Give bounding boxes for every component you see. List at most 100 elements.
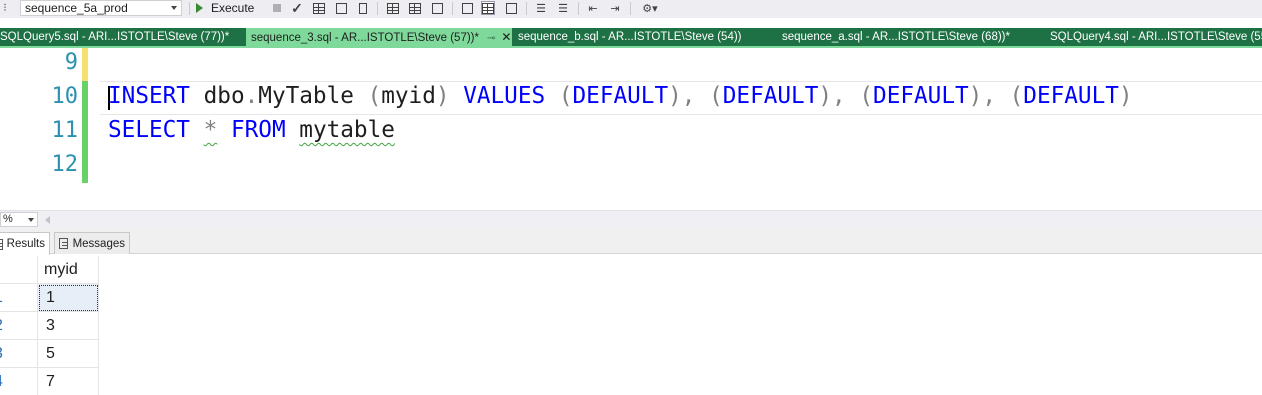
schema-name: dbo [189, 83, 245, 109]
table-name: MyTable [258, 83, 368, 109]
toolbar-grip-icon[interactable]: ⁝ [0, 1, 10, 15]
comment-icon[interactable]: ☰ [534, 1, 548, 15]
uncomment-icon[interactable]: ☰ [556, 1, 570, 15]
intellisense-icon[interactable] [356, 1, 370, 15]
tab-sequence-a[interactable]: sequence_a.sql - AR...ISTOTLE\Steve (68)… [782, 28, 1044, 46]
line-number: 9 [64, 50, 78, 75]
text-caret [108, 86, 110, 110]
grid-icon [0, 238, 3, 250]
messages-icon [59, 238, 68, 249]
database-selector[interactable]: sequence_5a_prod [20, 0, 182, 16]
tab-messages[interactable]: Messages [54, 232, 130, 254]
toolbar-separator [377, 2, 378, 15]
stop-icon[interactable] [270, 1, 284, 15]
tab-results[interactable]: Results [0, 232, 50, 255]
execute-label: Execute [211, 1, 255, 15]
results-to-text-icon[interactable] [460, 1, 474, 15]
toolbar-separator [452, 2, 453, 15]
include-plan-icon[interactable] [386, 1, 400, 15]
keyword-select: SELECT [108, 117, 190, 143]
play-icon [196, 3, 203, 13]
display-plan-icon[interactable] [312, 1, 326, 15]
tab-sqlquery5[interactable]: SQLQuery5.sql - ARI...ISTOTLE\Steve (77)… [0, 28, 246, 46]
results-panel: Results Messages myid 1 1 2 3 3 5 4 7 [0, 228, 1262, 395]
tab-sequence-b[interactable]: sequence_b.sql - AR...ISTOTLE\Steve (54)… [518, 28, 780, 46]
paren: ) [1118, 83, 1133, 109]
toolbar-separator [526, 2, 527, 15]
grid-cell[interactable]: 5 [38, 340, 99, 368]
live-stats-icon[interactable] [408, 1, 422, 15]
keyword-default: DEFAULT [873, 83, 969, 109]
specify-values-icon[interactable]: ⚙▾ [638, 1, 662, 15]
query-editor[interactable]: 9 10 11 12 INSERT dbo.MyTable (myid) VAL… [0, 48, 1262, 210]
row-number-label: 3 [0, 345, 3, 362]
tab-label: sequence_a.sql - AR...ISTOTLE\Steve (68)… [782, 31, 1010, 43]
decrease-indent-icon[interactable]: ⇤ [586, 1, 600, 15]
grid-corner[interactable] [0, 256, 38, 284]
line-number: 12 [51, 152, 79, 177]
row-number[interactable]: 1 [0, 284, 38, 312]
asterisk-operator: * [203, 117, 218, 143]
tab-label: sequence_b.sql - AR...ISTOTLE\Steve (54)… [518, 31, 742, 43]
paren: ), ( [818, 83, 874, 109]
grid-cell[interactable]: 3 [38, 312, 99, 340]
line-number: 10 [51, 84, 79, 109]
table-row: 2 3 [0, 312, 100, 340]
tab-sequence-3[interactable]: sequence_3.sql - AR...ISTOTLE\Steve (57)… [246, 28, 512, 46]
code-line-11: SELECT * FROM mytable [108, 117, 395, 143]
dot-operator: . [244, 83, 259, 109]
paren: ), ( [668, 83, 723, 109]
keyword-insert: INSERT [108, 83, 190, 109]
query-toolbar: ⁝ sequence_5a_prod Execute ✓ ☰ ☰ ⇤ ⇥ ⚙▾ [0, 0, 1262, 18]
tab-results-label: Results [6, 238, 45, 250]
keyword-values: VALUES [449, 83, 559, 109]
results-tabs: Results Messages [0, 228, 1262, 255]
execute-button[interactable]: Execute [196, 0, 254, 16]
document-tabs: SQLQuery5.sql - ARI...ISTOTLE\Steve (77)… [0, 28, 1262, 46]
zoom-selector[interactable]: % [0, 212, 38, 227]
table-name: mytable [299, 117, 395, 143]
table-row: 4 7 [0, 368, 100, 395]
row-number-label: 4 [0, 373, 3, 390]
grid-cell[interactable]: 1 [38, 284, 99, 312]
database-selector-value: sequence_5a_prod [25, 1, 128, 15]
paren: ( [558, 83, 573, 109]
grid-cell[interactable]: 7 [38, 368, 99, 395]
increase-indent-icon[interactable]: ⇥ [608, 1, 622, 15]
column-header[interactable]: myid [38, 256, 99, 284]
keyword-default: DEFAULT [1023, 83, 1119, 109]
column-name: myid [381, 83, 436, 109]
toolbar-separator [578, 2, 579, 15]
parse-check-icon[interactable]: ✓ [290, 0, 304, 16]
paren: ) [435, 83, 450, 109]
row-number[interactable]: 2 [0, 312, 38, 340]
row-number[interactable]: 3 [0, 340, 38, 368]
row-number-label: 1 [0, 289, 3, 306]
results-to-file-icon[interactable] [504, 1, 518, 15]
row-number-label: 2 [0, 317, 3, 334]
results-to-grid-icon[interactable] [481, 1, 495, 15]
tab-label: SQLQuery4.sql - ARI...ISTOTLE\Steve (55) [1050, 31, 1262, 43]
paren: ( [367, 83, 382, 109]
unsaved-change-marker [82, 48, 88, 81]
chevron-down-icon [171, 6, 177, 10]
keyword-default: DEFAULT [572, 83, 669, 109]
keyword-from: FROM [230, 117, 286, 143]
chevron-down-icon [28, 218, 34, 222]
keyword-default: DEFAULT [722, 83, 819, 109]
pin-icon[interactable]: ⊸ [487, 30, 495, 46]
scroll-left-icon[interactable] [45, 216, 50, 224]
zoom-value: % [3, 213, 13, 225]
tab-sqlquery4[interactable]: SQLQuery4.sql - ARI...ISTOTLE\Steve (55) [1050, 28, 1262, 46]
tab-messages-label: Messages [72, 237, 125, 250]
paren: ), ( [968, 83, 1024, 109]
saved-change-marker [82, 81, 88, 183]
client-stats-icon[interactable] [430, 1, 444, 15]
close-icon[interactable]: ✕ [501, 28, 511, 46]
query-designer-icon[interactable] [334, 1, 348, 15]
row-number[interactable]: 4 [0, 368, 38, 395]
line-number: 11 [51, 118, 79, 143]
